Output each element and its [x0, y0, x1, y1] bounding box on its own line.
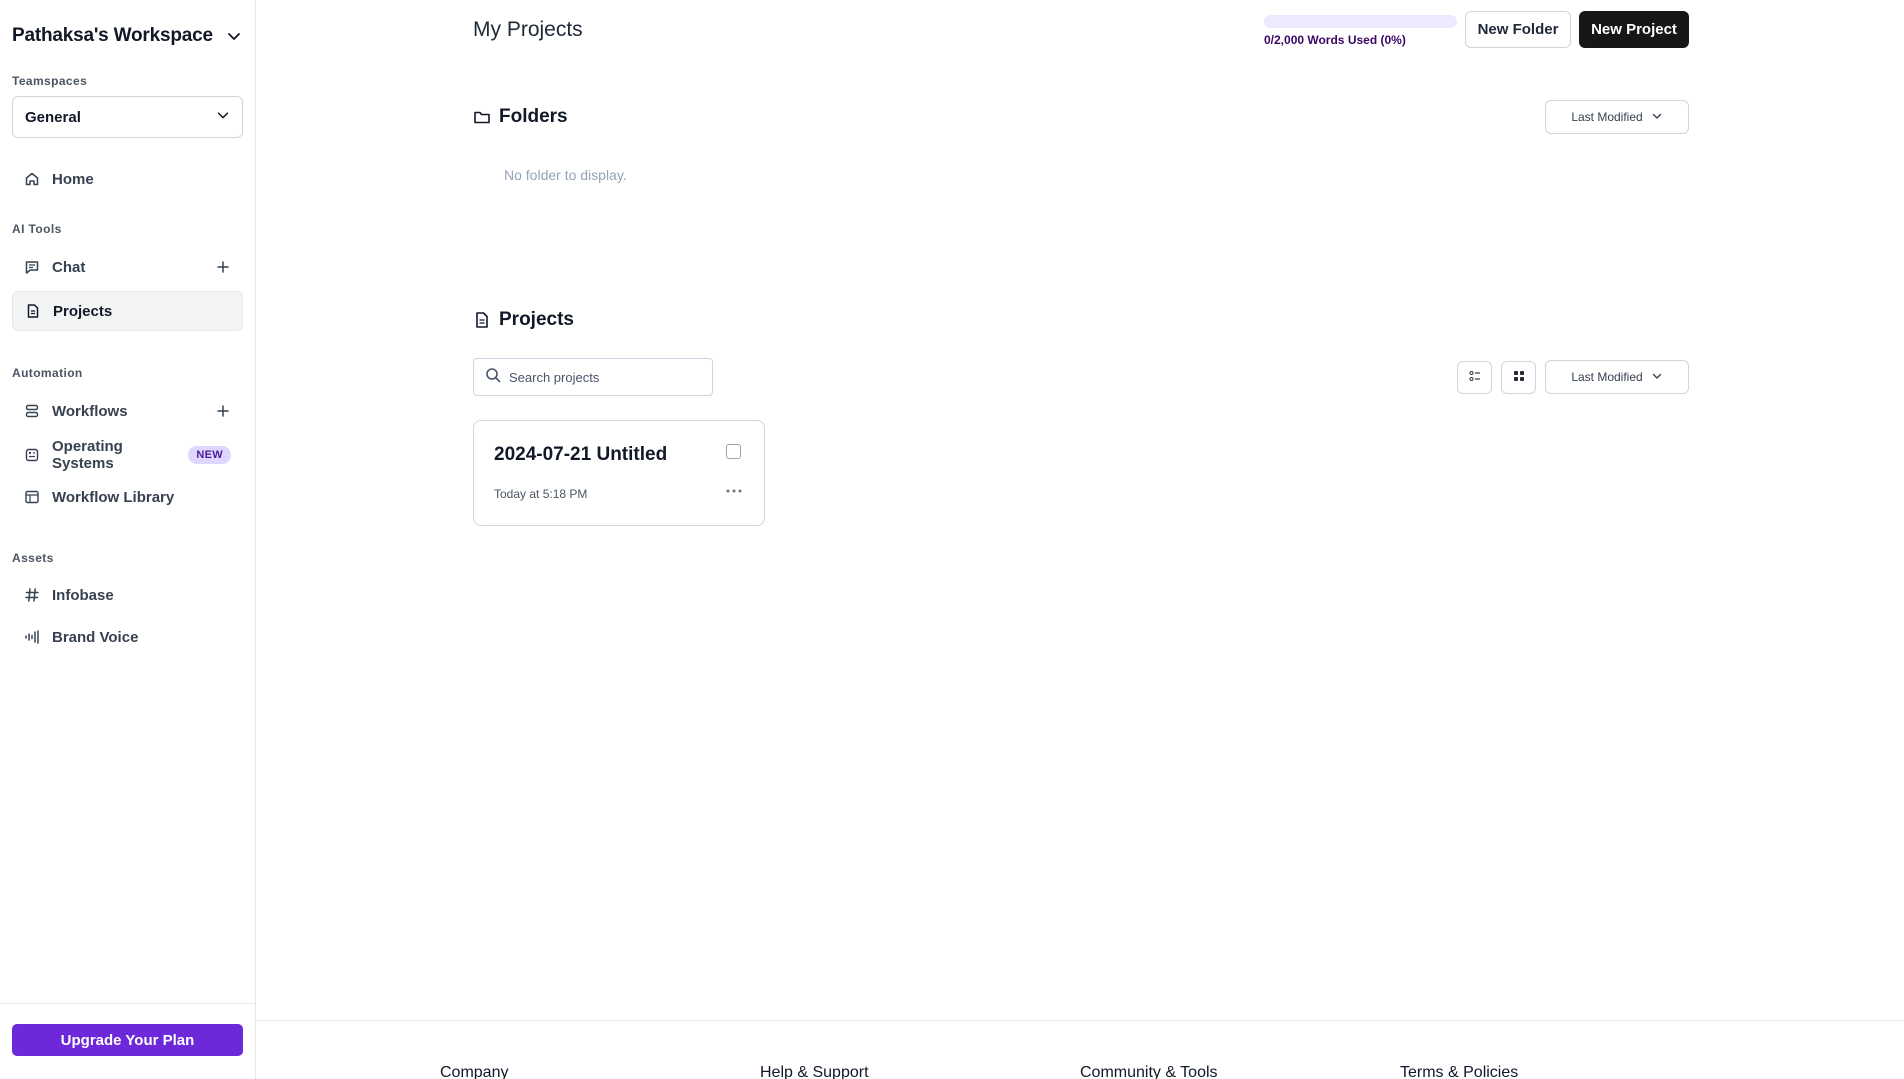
operating-system-icon	[24, 447, 40, 463]
workflow-icon	[24, 403, 40, 419]
usage-progress-bar	[1264, 15, 1457, 28]
projects-heading: Projects	[473, 309, 574, 331]
new-project-button[interactable]: New Project	[1579, 11, 1689, 48]
chevron-down-icon[interactable]	[224, 26, 244, 46]
sort-label: Last Modified	[1571, 110, 1643, 124]
footer-help-support[interactable]: Help & Support	[760, 1064, 869, 1079]
home-icon	[24, 171, 40, 187]
more-options-icon[interactable]	[724, 481, 744, 501]
folders-sort-dropdown[interactable]: Last Modified	[1545, 100, 1689, 134]
sidebar-item-label: Operating Systems	[52, 438, 123, 472]
sidebar-item-label: Chat	[52, 258, 86, 276]
add-chat-icon[interactable]	[215, 259, 231, 275]
library-icon	[24, 489, 40, 505]
workspace-switcher[interactable]: Pathaksa's Workspace	[12, 22, 244, 50]
audio-bars-icon	[24, 629, 40, 645]
sidebar-item-label: Infobase	[52, 586, 114, 604]
list-view-button[interactable]	[1457, 361, 1492, 394]
search-icon	[485, 367, 501, 388]
page-title: My Projects	[473, 18, 583, 41]
grid-view-icon	[1513, 369, 1525, 387]
usage-text: 0/2,000 Words Used (0%)	[1264, 33, 1406, 47]
teamspace-select[interactable]: General	[12, 96, 243, 138]
sidebar-item-chat[interactable]: Chat	[12, 247, 243, 287]
workspace-title: Pathaksa's Workspace	[12, 25, 213, 46]
footer-terms-policies[interactable]: Terms & Policies	[1400, 1064, 1518, 1079]
teamspaces-label: Teamspaces	[12, 74, 88, 88]
sidebar-item-label: Projects	[53, 302, 113, 320]
footer-community-tools[interactable]: Community & Tools	[1080, 1064, 1218, 1079]
add-workflow-icon[interactable]	[215, 403, 231, 419]
folders-heading: Folders	[473, 106, 568, 128]
word-usage: 0/2,000 Words Used (0%)	[1264, 15, 1458, 47]
project-title: 2024-07-21 Untitled	[494, 444, 668, 465]
upgrade-plan-button[interactable]: Upgrade Your Plan	[12, 1024, 243, 1056]
project-card[interactable]: 2024-07-21 Untitled Today at 5:18 PM	[473, 420, 765, 526]
new-badge: NEW	[188, 446, 231, 464]
projects-title: Projects	[499, 309, 574, 330]
footer: Company Help & Support Community & Tools…	[256, 1020, 1904, 1079]
list-view-icon	[1468, 369, 1481, 387]
chevron-down-icon	[1651, 110, 1663, 125]
project-date: Today at 5:18 PM	[494, 487, 588, 501]
sidebar-item-infobase[interactable]: Infobase	[12, 575, 243, 615]
hash-icon	[24, 587, 40, 603]
sort-label: Last Modified	[1571, 370, 1643, 384]
projects-sort-dropdown[interactable]: Last Modified	[1545, 360, 1689, 394]
search-projects-field[interactable]	[473, 358, 713, 396]
automation-label: Automation	[12, 366, 83, 380]
sidebar-item-workflow-library[interactable]: Workflow Library	[12, 477, 243, 517]
sidebar-item-label: Home	[52, 170, 94, 188]
sidebar-item-label: Brand Voice	[52, 628, 139, 646]
folder-icon	[473, 108, 491, 126]
grid-view-button[interactable]	[1501, 361, 1536, 394]
sidebar-item-projects[interactable]: Projects	[12, 291, 243, 331]
chevron-down-icon	[216, 108, 230, 126]
document-icon	[473, 311, 491, 329]
sidebar-item-label: Workflows	[52, 402, 128, 420]
sidebar: Pathaksa's Workspace Teamspaces General …	[0, 0, 256, 1079]
search-input[interactable]	[509, 369, 699, 385]
sidebar-item-brand-voice[interactable]: Brand Voice	[12, 617, 243, 657]
footer-company[interactable]: Company	[440, 1064, 508, 1079]
sidebar-item-label: Workflow Library	[52, 488, 175, 506]
new-folder-button[interactable]: New Folder	[1465, 11, 1571, 48]
folders-title: Folders	[499, 106, 568, 127]
project-select-checkbox[interactable]	[726, 444, 741, 459]
teamspace-selected: General	[25, 108, 81, 126]
ai-tools-label: AI Tools	[12, 222, 62, 236]
sidebar-item-home[interactable]: Home	[12, 159, 243, 199]
chat-icon	[24, 259, 40, 275]
assets-label: Assets	[12, 551, 54, 565]
chevron-down-icon	[1651, 370, 1663, 385]
document-icon	[25, 303, 41, 319]
sidebar-item-workflows[interactable]: Workflows	[12, 391, 243, 431]
sidebar-footer: Upgrade Your Plan	[0, 1003, 256, 1079]
folders-empty-state: No folder to display.	[504, 167, 627, 183]
sidebar-item-operating-systems[interactable]: Operating Systems NEW	[12, 435, 243, 475]
